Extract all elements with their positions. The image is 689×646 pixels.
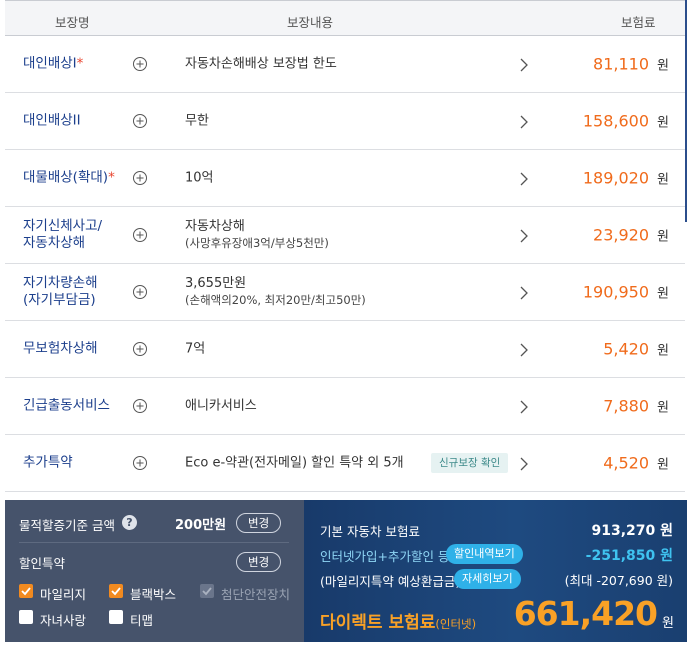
coverage-name: 자기신체사고/ 자동차상해 [23, 218, 103, 251]
plus-circle-icon[interactable] [132, 455, 148, 471]
premium-value: 190,950 [582, 282, 649, 302]
base-premium-value: 913,270 원 [591, 523, 673, 539]
coverage-detail: 7억 [185, 341, 206, 357]
new-coverage-button[interactable]: 신규보장 확인 [431, 453, 509, 473]
discount-label: 인터넷가입+추가할인 등 [320, 549, 450, 564]
discount-change-button[interactable]: 변경 [236, 552, 282, 572]
final-premium-unit: 원 [662, 616, 674, 631]
checkbox-tmap-label: 티맵 [130, 613, 154, 628]
premium-value: 158,600 [582, 111, 649, 131]
premium-value: 4,520 [603, 453, 649, 473]
checkbox-blackbox-label: 블랙박스 [130, 587, 177, 602]
coverage-detail: 10억 [185, 170, 214, 186]
plus-circle-icon[interactable] [132, 170, 148, 186]
table-row[interactable]: 자기차량손해 (자기부담금) 3,655만원 (손해액의20%, 최저20만/최고5… [5, 264, 685, 321]
property-change-button[interactable]: 변경 [236, 513, 282, 533]
chevron-right-icon[interactable] [519, 456, 529, 471]
chevron-right-icon[interactable] [519, 114, 529, 129]
discount-label: 할인특약 [19, 556, 66, 571]
table-row[interactable]: 자기신체사고/ 자동차상해 자동차상해 (사망후유장애3억/부상5천만) 23,920… [5, 207, 685, 264]
mileage-value: (최대 -207,690 원) [564, 573, 673, 588]
panel-right-edge [685, 0, 687, 222]
coverage-name: 긴급출동서비스 [23, 397, 110, 414]
chevron-right-icon[interactable] [519, 285, 529, 300]
premium-value: 7,880 [603, 396, 649, 416]
coverage-name: 자기차량손해 (자기부담금) [23, 275, 98, 308]
options-panel: 물적할증기준 금액 ? 200만원 변경 할인특약 변경 마일리지 블랙박스 첨… [5, 500, 304, 642]
summary-area: 물적할증기준 금액 ? 200만원 변경 할인특약 변경 마일리지 블랙박스 첨… [5, 500, 687, 642]
premium-value: 23,920 [593, 225, 649, 245]
checkbox-safety [200, 584, 214, 598]
coverage-name: 대물배상(확대)* [23, 169, 115, 186]
coverage-detail: 3,655만원 (손해액의20%, 최저20만/최고50만) [185, 276, 366, 307]
premium-unit: 원 [657, 400, 669, 416]
table-header: 보장명 보장내용 보험료 [5, 0, 685, 36]
premium-unit: 원 [657, 286, 669, 302]
chevron-right-icon[interactable] [519, 57, 529, 72]
header-premium: 보험료 [621, 15, 656, 30]
plus-circle-icon[interactable] [132, 113, 148, 129]
plus-circle-icon[interactable] [132, 56, 148, 72]
plus-circle-icon[interactable] [132, 284, 148, 300]
final-premium-value: 661,420 [513, 594, 658, 633]
premium-unit: 원 [657, 172, 669, 188]
premium-value: 5,420 [603, 339, 649, 359]
coverage-table: 보장명 보장내용 보험료 대인배상I* 자동차손해배상 보장법 한도 81,110 원… [5, 0, 685, 492]
coverage-name: 대인배상I* [23, 55, 84, 72]
premium-value: 189,020 [582, 168, 649, 188]
table-row[interactable]: 무보험차상해 7억 5,420 원 [5, 321, 685, 378]
table-row[interactable]: 추가특약 Eco e-약관(전자메일) 할인 특약 외 5개 신규보장 확인 4,52… [5, 435, 685, 492]
base-premium-label: 기본 자동차 보험료 [320, 524, 420, 539]
table-row[interactable]: 대물배상(확대)* 10억 189,020 원 [5, 150, 685, 207]
final-premium-label: 다이렉트 보험료(인터넷) [320, 613, 477, 633]
coverage-subdetail: (손해액의20%, 최저20만/최고50만) [185, 293, 366, 307]
help-icon[interactable]: ? [122, 515, 137, 530]
premium-unit: 원 [657, 457, 669, 473]
coverage-subdetail: (사망후유장애3억/부상5천만) [185, 236, 329, 250]
plus-circle-icon[interactable] [132, 398, 148, 414]
coverage-name: 추가특약 [23, 454, 73, 471]
premium-unit: 원 [657, 343, 669, 359]
premium-value: 81,110 [593, 54, 649, 74]
header-content: 보장내용 [287, 15, 334, 30]
checkbox-tmap[interactable] [109, 610, 123, 624]
required-mark: * [76, 55, 84, 72]
chevron-right-icon[interactable] [519, 342, 529, 357]
table-body: 대인배상I* 자동차손해배상 보장법 한도 81,110 원 대인배상II 무한 158,6… [5, 36, 685, 492]
discount-value: -251,850 원 [585, 548, 673, 564]
mileage-label: (마일리지특약 예상환급금) [320, 574, 461, 589]
plus-circle-icon[interactable] [132, 341, 148, 357]
checkbox-safety-label: 첨단안전장치 [221, 587, 291, 602]
checkbox-mileage[interactable] [19, 584, 33, 598]
checkbox-mileage-label: 마일리지 [40, 587, 87, 602]
plus-circle-icon[interactable] [132, 227, 148, 243]
property-damage-amount: 200만원 [175, 518, 227, 533]
chevron-right-icon[interactable] [519, 171, 529, 186]
premium-unit: 원 [657, 115, 669, 131]
divider [19, 542, 289, 543]
chevron-right-icon[interactable] [519, 228, 529, 243]
table-row[interactable]: 대인배상II 무한 158,600 원 [5, 93, 685, 150]
mileage-detail-button[interactable]: 자세히보기 [454, 569, 521, 589]
checkbox-blackbox[interactable] [109, 584, 123, 598]
table-row[interactable]: 긴급출동서비스 애니카서비스 7,880 원 [5, 378, 685, 435]
required-mark: * [108, 169, 115, 186]
chevron-right-icon[interactable] [519, 399, 529, 414]
coverage-name: 대인배상II [23, 112, 81, 129]
header-name: 보장명 [55, 15, 90, 30]
coverage-detail: 무한 [185, 113, 209, 129]
checkbox-child-label: 자녀사랑 [40, 613, 87, 628]
coverage-detail: 자동차손해배상 보장법 한도 [185, 56, 337, 72]
property-damage-label: 물적할증기준 금액 [19, 518, 115, 533]
premium-unit: 원 [657, 58, 669, 74]
premium-summary: 기본 자동차 보험료 913,270 원 인터넷가입+추가할인 등 할인내역보기… [304, 500, 687, 642]
table-row[interactable]: 대인배상I* 자동차손해배상 보장법 한도 81,110 원 [5, 36, 685, 93]
discount-detail-button[interactable]: 할인내역보기 [446, 544, 523, 564]
coverage-name: 무보험차상해 [23, 340, 98, 357]
coverage-detail: 애니카서비스 [185, 398, 257, 414]
coverage-detail: Eco e-약관(전자메일) 할인 특약 외 5개 [185, 455, 404, 471]
checkbox-child[interactable] [19, 610, 33, 624]
premium-unit: 원 [657, 229, 669, 245]
coverage-detail: 자동차상해 (사망후유장애3억/부상5천만) [185, 219, 329, 250]
